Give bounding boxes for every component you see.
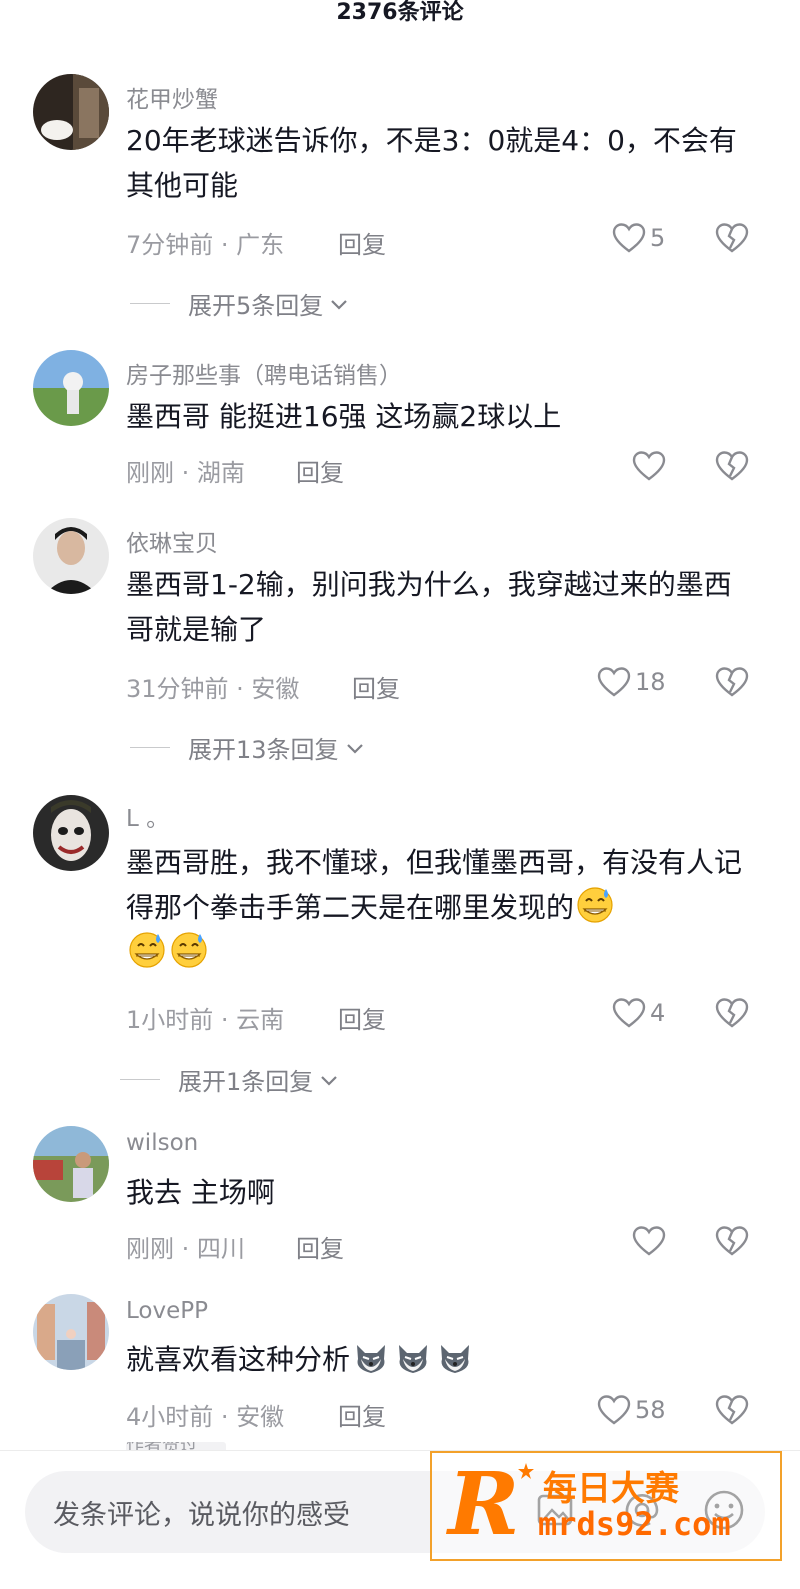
watermark-title: 每日大赛 <box>543 1469 679 1509</box>
dislike-button[interactable] <box>715 1225 749 1261</box>
like-button[interactable] <box>632 450 666 482</box>
expand-replies-label: 展开13条回复 <box>188 736 339 764</box>
grinning-sweat-emoji <box>171 932 207 968</box>
like-count: 5 <box>650 224 666 252</box>
avatar[interactable] <box>33 74 109 150</box>
like-button[interactable]: 58 <box>597 1394 666 1426</box>
expand-replies-label: 展开1条回复 <box>178 1068 314 1096</box>
broken-heart-icon <box>715 1395 749 1425</box>
comment-text-block: 就喜欢看这种分析 <box>126 1337 756 1382</box>
avatar[interactable] <box>33 1294 109 1370</box>
reply-button[interactable]: 回复 <box>296 453 344 488</box>
comment-time-location: 7分钟前 · 广东 <box>126 231 285 259</box>
expand-replies-button[interactable]: 展开5条回复 <box>130 286 351 321</box>
reply-button[interactable]: 回复 <box>338 225 386 260</box>
dislike-button[interactable] <box>715 997 749 1033</box>
avatar[interactable] <box>33 350 109 426</box>
avatar[interactable] <box>33 1126 109 1202</box>
wolf-dog-emoji <box>357 1345 386 1373</box>
broken-heart-icon <box>715 667 749 697</box>
chevron-down-icon <box>346 743 363 754</box>
heart-outline-icon <box>597 667 631 697</box>
reply-button[interactable]: 回复 <box>338 1000 386 1035</box>
expand-replies-button[interactable]: 展开1条回复 <box>120 1062 341 1097</box>
like-button[interactable] <box>632 1225 666 1257</box>
broken-heart-icon <box>715 1226 749 1256</box>
comment-text: 我去 主场啊 <box>126 1176 275 1209</box>
avatar[interactable] <box>33 518 109 594</box>
star-icon <box>517 1462 535 1484</box>
comment-input-placeholder[interactable]: 发条评论，说说你的感受 <box>53 1493 350 1532</box>
comment-time-location: 刚刚 · 湖南 <box>126 459 245 487</box>
like-button[interactable]: 18 <box>597 666 666 698</box>
comment-text: 墨西哥胜，我不懂球，但我懂墨西哥，有没有人记得那个拳击手第二天是在哪里发现的 <box>126 846 743 924</box>
reply-button[interactable]: 回复 <box>338 1397 386 1432</box>
broken-heart-icon <box>715 998 749 1028</box>
broken-heart-icon <box>715 223 749 253</box>
comment-time-location: 刚刚 · 四川 <box>126 1235 245 1263</box>
dislike-button[interactable] <box>715 450 749 486</box>
comment-text-block: 墨西哥胜，我不懂球，但我懂墨西哥，有没有人记得那个拳击手第二天是在哪里发现的 <box>126 840 756 975</box>
comment-username[interactable]: 房子那些事（聘电话销售） <box>126 356 402 390</box>
chevron-down-icon <box>321 1075 338 1086</box>
like-count: 58 <box>635 1396 666 1424</box>
reply-button[interactable]: 回复 <box>296 1229 344 1264</box>
comment-username[interactable]: 依琳宝贝 <box>126 524 218 558</box>
heart-outline-icon <box>632 1226 666 1256</box>
comment-username[interactable]: L 。 <box>126 799 169 833</box>
reply-button[interactable]: 回复 <box>352 669 400 704</box>
chevron-down-icon <box>331 299 348 310</box>
like-count: 18 <box>635 668 666 696</box>
wolf-dog-emoji <box>399 1345 428 1373</box>
comment-time-location: 4小时前 · 安徽 <box>126 1403 285 1431</box>
broken-heart-icon <box>715 451 749 481</box>
avatar[interactable] <box>33 795 109 871</box>
comment-text: 墨西哥1-2输，别问我为什么，我穿越过来的墨西哥就是输了 <box>126 568 732 646</box>
heart-outline-icon <box>597 1395 631 1425</box>
heart-outline-icon <box>612 223 646 253</box>
comment-username[interactable]: LovePP <box>126 1298 208 1324</box>
heart-outline-icon <box>632 451 666 481</box>
like-button[interactable]: 5 <box>612 222 665 254</box>
grinning-sweat-emoji <box>577 887 613 923</box>
like-count: 4 <box>650 999 666 1027</box>
dislike-button[interactable] <box>715 222 749 258</box>
like-button[interactable]: 4 <box>612 997 665 1029</box>
comment-text: 20年老球迷告诉你，不是3：0就是4：0，不会有其他可能 <box>126 124 737 202</box>
grinning-sweat-emoji <box>129 932 165 968</box>
expand-replies-label: 展开5条回复 <box>188 292 324 320</box>
dislike-button[interactable] <box>715 666 749 702</box>
dislike-button[interactable] <box>715 1394 749 1430</box>
comment-count-title: 2376条评论 <box>336 0 464 25</box>
wolf-dog-emoji <box>441 1345 470 1373</box>
comment-text: 就喜欢看这种分析 <box>126 1343 351 1376</box>
watermark-url: mrds92.com <box>538 1505 731 1543</box>
heart-outline-icon <box>612 998 646 1028</box>
comment-username[interactable]: 花甲炒蟹 <box>126 80 218 114</box>
watermark-logo: R <box>448 1454 520 1555</box>
expand-replies-button[interactable]: 展开13条回复 <box>130 730 367 765</box>
comment-username[interactable]: wilson <box>126 1130 198 1156</box>
comment-time-location: 31分钟前 · 安徽 <box>126 675 300 703</box>
comment-time-location: 1小时前 · 云南 <box>126 1006 285 1034</box>
comment-text: 墨西哥 能挺进16强 这场赢2球以上 <box>126 400 562 433</box>
